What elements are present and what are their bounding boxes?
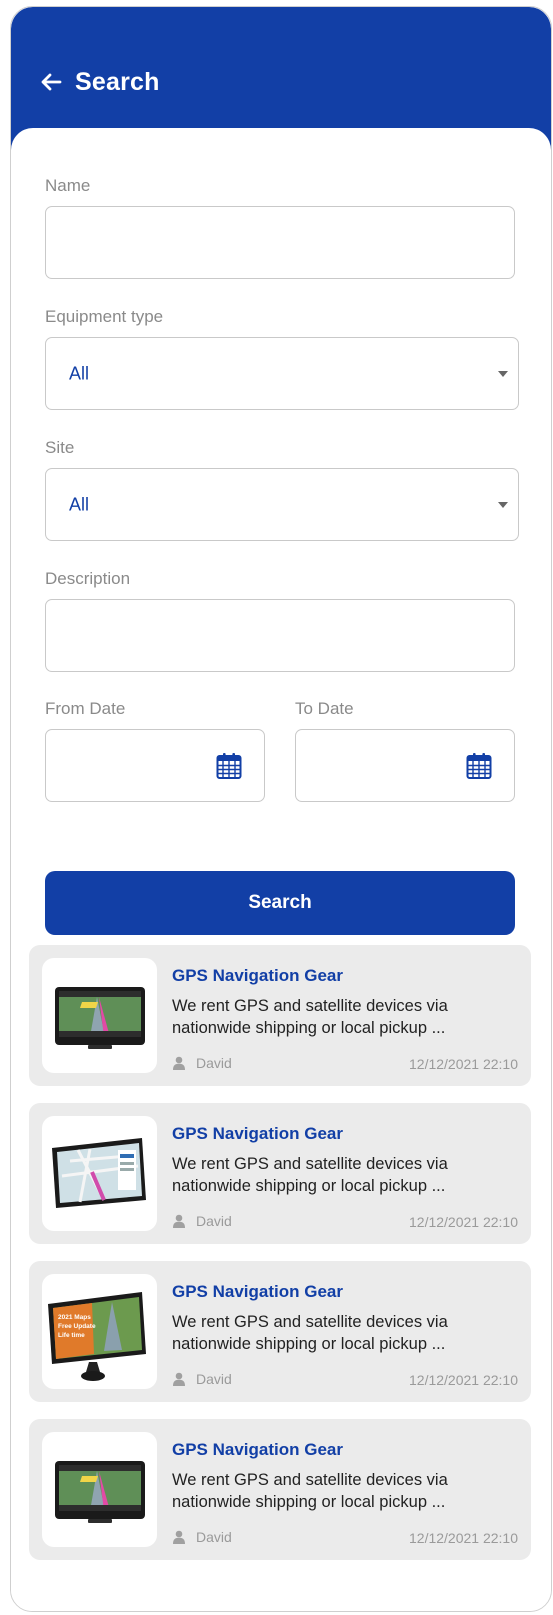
user-icon [173, 1214, 185, 1228]
author-name: David [196, 1055, 232, 1071]
result-description-line: nationwide shipping or local pickup ... [172, 1335, 446, 1353]
author-name: David [196, 1371, 232, 1387]
result-card[interactable]: 2021 Maps Free Update Life time GPS Navi… [29, 1261, 531, 1402]
result-author: David [172, 1055, 232, 1071]
result-title[interactable]: GPS Navigation Gear [172, 1440, 343, 1460]
result-title[interactable]: GPS Navigation Gear [172, 1124, 343, 1144]
result-date: 12/12/2021 22:10 [409, 1056, 518, 1072]
result-author: David [172, 1371, 232, 1387]
equipment-type-label: Equipment type [45, 307, 164, 326]
calendar-icon[interactable] [466, 752, 492, 780]
page-title: Search [75, 67, 160, 96]
arrow-left-icon[interactable] [39, 70, 63, 94]
result-date: 12/12/2021 22:10 [409, 1214, 518, 1230]
gps-device-image [42, 958, 157, 1073]
result-description-line: We rent GPS and satellite devices via [172, 997, 448, 1015]
result-description-line: We rent GPS and satellite devices via [172, 1313, 448, 1331]
equipment-type-select[interactable]: All [45, 337, 519, 410]
app-frame: Search Name Equipment type All Site All … [10, 6, 552, 1612]
to-date-input[interactable] [295, 729, 515, 802]
result-description: We rent GPS and satellite devices via na… [172, 1469, 517, 1513]
chevron-down-icon [498, 370, 508, 377]
description-label: Description [45, 569, 131, 588]
image-text: Free Update [58, 1323, 96, 1330]
gps-device-image: 2021 Maps Free Update Life time [42, 1274, 157, 1389]
author-name: David [196, 1529, 232, 1545]
description-input[interactable] [45, 599, 515, 672]
image-text: 2021 Maps [58, 1314, 91, 1321]
result-date: 12/12/2021 22:10 [409, 1372, 518, 1388]
header-row: Search [39, 65, 160, 99]
image-text: Life time [58, 1332, 85, 1339]
equipment-type-value: All [69, 363, 90, 383]
result-author: David [172, 1529, 232, 1545]
result-card[interactable]: GPS Navigation Gear We rent GPS and sate… [29, 945, 531, 1086]
result-author: David [172, 1213, 232, 1229]
result-date: 12/12/2021 22:10 [409, 1530, 518, 1546]
author-name: David [196, 1213, 232, 1229]
site-value: All [69, 494, 90, 514]
user-icon [173, 1530, 185, 1544]
user-icon [173, 1372, 185, 1386]
result-description-line: nationwide shipping or local pickup ... [172, 1493, 446, 1511]
result-card[interactable]: GPS Navigation Gear We rent GPS and sate… [29, 1419, 531, 1560]
result-card[interactable]: GPS Navigation Gear We rent GPS and sate… [29, 1103, 531, 1244]
calendar-icon[interactable] [216, 752, 242, 780]
result-description-line: We rent GPS and satellite devices via [172, 1155, 448, 1173]
gps-device-image [42, 1432, 157, 1547]
result-description: We rent GPS and satellite devices via na… [172, 995, 517, 1039]
chevron-down-icon [498, 501, 508, 508]
to-date-label: To Date [295, 699, 354, 718]
site-label: Site [45, 438, 75, 457]
result-description: We rent GPS and satellite devices via na… [172, 1311, 517, 1355]
search-form-panel: Name Equipment type All Site All Descrip… [11, 128, 551, 1611]
result-title[interactable]: GPS Navigation Gear [172, 1282, 343, 1302]
search-button[interactable]: Search [45, 871, 515, 935]
site-select[interactable]: All [45, 468, 519, 541]
result-description: We rent GPS and satellite devices via na… [172, 1153, 517, 1197]
from-date-input[interactable] [45, 729, 265, 802]
result-description-line: We rent GPS and satellite devices via [172, 1471, 448, 1489]
user-icon [173, 1056, 185, 1070]
name-label: Name [45, 176, 91, 195]
from-date-label: From Date [45, 699, 126, 718]
name-input[interactable] [45, 206, 515, 279]
result-title[interactable]: GPS Navigation Gear [172, 966, 343, 986]
result-description-line: nationwide shipping or local pickup ... [172, 1019, 446, 1037]
gps-device-image [42, 1116, 157, 1231]
result-description-line: nationwide shipping or local pickup ... [172, 1177, 446, 1195]
